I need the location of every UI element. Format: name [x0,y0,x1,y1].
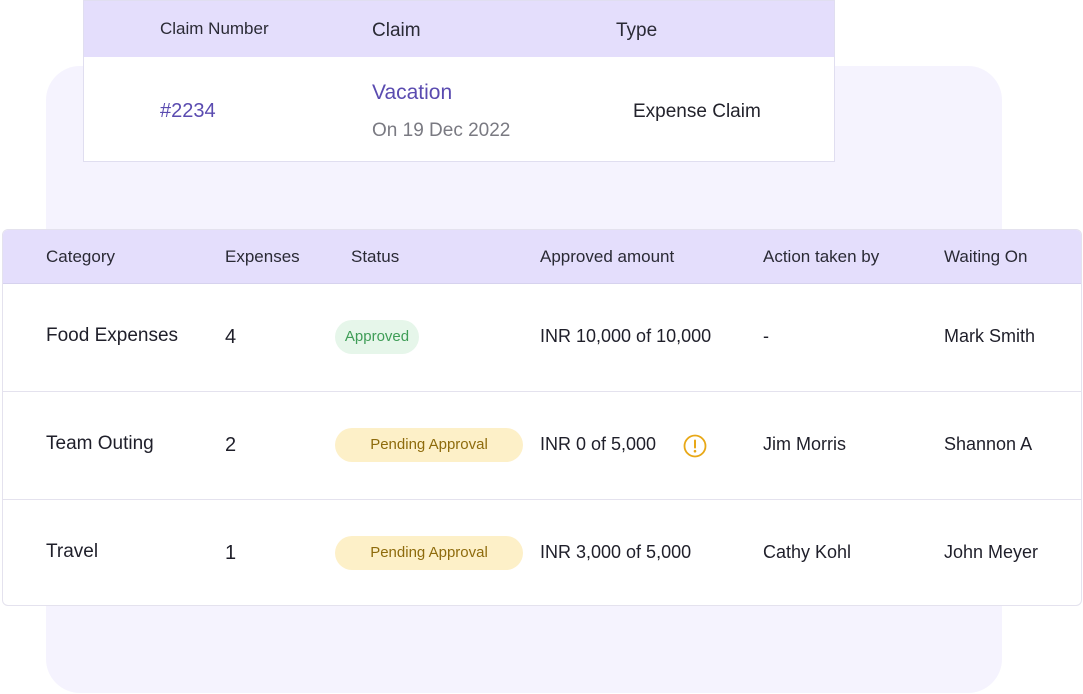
table-row[interactable]: Team Outing 2 Pending Approval INR 0 of … [3,392,1081,500]
category-cell: Food Expenses [46,325,179,346]
expense-table-header: Category Expenses Status Approved amount… [3,230,1081,284]
action-taken-by-column-header: Action taken by [763,247,880,266]
claim-summary-card: Claim Number Claim Type #2234 Vacation O… [83,0,835,162]
claim-name-link[interactable]: Vacation [372,81,452,105]
status-column-header: Status [351,247,400,266]
type-header: Type [616,20,658,41]
expense-table: Category Expenses Status Approved amount… [2,229,1082,606]
expenses-count-cell: 1 [225,542,237,564]
approved-amount-column-header: Approved amount [540,247,675,266]
status-badge: Pending Approval [335,536,523,570]
claim-date: On 19 Dec 2022 [372,120,511,141]
expenses-count-cell: 4 [225,326,237,348]
category-column-header: Category [46,247,115,266]
action-taken-by-cell: Jim Morris [763,434,846,454]
claim-header: Claim [372,20,421,41]
claim-type: Expense Claim [633,101,761,122]
claim-header-row: Claim Number Claim Type [84,1,834,57]
table-row[interactable]: Travel 1 Pending Approval INR 3,000 of 5… [3,500,1081,605]
expenses-column-header: Expenses [225,247,300,266]
claim-number-header: Claim Number [160,19,269,38]
approved-amount-cell: INR 0 of 5,000 [540,434,657,454]
action-taken-by-cell: - [763,326,769,346]
category-cell: Team Outing [46,433,154,454]
exclamation-circle-icon[interactable] [683,434,707,458]
status-badge: Approved [335,320,419,354]
waiting-on-column-header: Waiting On [944,247,1028,266]
waiting-on-cell: John Meyer [944,542,1039,562]
waiting-on-cell: Mark Smith [944,326,1036,346]
claim-number-link[interactable]: #2234 [160,100,216,123]
action-taken-by-cell: Cathy Kohl [763,542,852,562]
approved-amount-cell: INR 3,000 of 5,000 [540,542,692,562]
waiting-on-cell: Shannon A [944,434,1033,454]
category-cell: Travel [46,541,99,562]
table-row[interactable]: Food Expenses 4 Approved INR 10,000 of 1… [3,284,1081,392]
expenses-count-cell: 2 [225,434,237,456]
status-badge: Pending Approval [335,428,523,462]
expense-claim-view: Claim Number Claim Type #2234 Vacation O… [0,0,1083,694]
approved-amount-cell: INR 10,000 of 10,000 [540,326,712,346]
